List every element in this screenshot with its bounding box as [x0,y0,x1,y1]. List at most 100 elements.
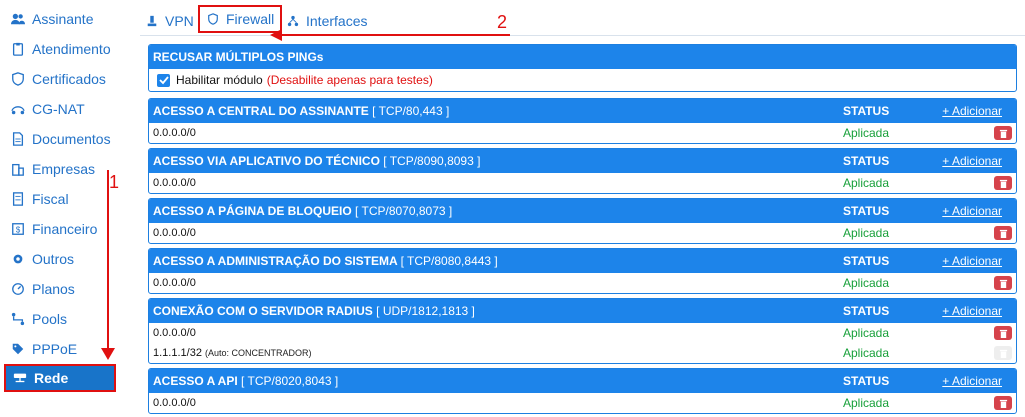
status-applied: Aplicada [843,126,890,140]
tab-label: VPN [165,13,194,29]
add-button[interactable]: + Adicionar [942,304,1002,318]
delete-button[interactable] [994,126,1012,140]
sidebar-item-documentos[interactable]: Documentos [4,124,128,154]
add-button[interactable]: + Adicionar [942,104,1002,118]
sidebar-item-label: Planos [32,281,75,297]
delete-button[interactable] [994,176,1012,190]
rule-block: ACESSO A CENTRAL DO ASSINANTE [ TCP/80,4… [148,98,1017,144]
sidebar-item-label: Assinante [32,11,94,27]
rule-row: 0.0.0.0/0 Aplicada [149,173,1016,193]
building-icon [10,161,26,177]
rule-header: ACESSO A PÁGINA DE BLOQUEIO [ TCP/8070,8… [149,199,1016,223]
sidebar-item-label: Certificados [32,71,106,87]
clipboard-icon [10,41,26,57]
add-button[interactable]: + Adicionar [942,154,1002,168]
status-applied: Aplicada [843,346,890,360]
delete-button[interactable] [994,276,1012,290]
gauge-icon [10,281,26,297]
rule-header: ACESSO VIA APLICATIVO DO TÉCNICO [ TCP/8… [149,149,1016,173]
status-header: STATUS [843,104,890,118]
status-applied: Aplicada [843,396,890,410]
annotation-arrow-2-head [270,29,282,41]
server-icon [12,370,28,386]
rule-header: ACESSO A API [ TCP/8020,8043 ] STATUS + … [149,369,1016,393]
trash-icon [999,329,1007,338]
network-icon [10,101,26,117]
annotation-arrow-1-head [101,348,115,360]
sidebar-item-assinante[interactable]: Assinante [4,4,128,34]
tab-interfaces[interactable]: Interfaces [286,8,367,34]
sidebar-item-label: CG-NAT [32,101,85,117]
sidebar-item-cg-nat[interactable]: CG-NAT [4,94,128,124]
rule-block: ACESSO A PÁGINA DE BLOQUEIO [ TCP/8070,8… [148,198,1017,244]
status-header: STATUS [843,154,890,168]
enable-module-checkbox[interactable] [157,73,170,87]
sidebar-item-outros[interactable]: Outros [4,244,128,274]
sidebar-item-certificados[interactable]: Certificados [4,64,128,94]
add-button[interactable]: + Adicionar [942,204,1002,218]
trash-icon [999,129,1007,138]
rule-title: ACESSO A PÁGINA DE BLOQUEIO [ TCP/8070,8… [153,204,452,218]
rule-name: ACESSO A CENTRAL DO ASSINANTE [153,104,369,118]
sidebar-item-label: Financeiro [32,221,98,237]
add-button[interactable]: + Adicionar [942,254,1002,268]
sidebar-item-atendimento[interactable]: Atendimento [4,34,128,64]
rule-row: 0.0.0.0/0 Aplicada [149,223,1016,243]
rule-title: ACESSO VIA APLICATIVO DO TÉCNICO [ TCP/8… [153,154,480,168]
rule-row: 0.0.0.0/0 Aplicada [149,123,1016,143]
annotation-arrow-1-line [107,170,109,350]
sidebar-item-rede[interactable]: Rede [4,364,116,392]
rule-block: ACESSO VIA APLICATIVO DO TÉCNICO [ TCP/8… [148,148,1017,194]
rule-title: CONEXÃO COM O SERVIDOR RADIUS [ UDP/1812… [153,304,475,318]
sidebar-item-label: PPPoE [32,341,78,357]
shield-icon [10,71,26,87]
status-applied: Aplicada [843,226,890,240]
status-applied: Aplicada [843,276,890,290]
status-header: STATUS [843,254,890,268]
sidebar-item-pools[interactable]: Pools [4,304,128,334]
rule-row: 0.0.0.0/0 Aplicada [149,323,1016,343]
annotation-number-1: 1 [109,172,120,192]
rule-header: ACESSO A ADMINISTRAÇÃO DO SISTEMA [ TCP/… [149,249,1016,273]
gear-icon [10,251,26,267]
rule-ip-value: 1.1.1.1/32 [153,347,202,359]
delete-button[interactable] [994,396,1012,410]
interfaces-icon [286,14,300,28]
rule-ip: 0.0.0.0/0 [153,327,196,339]
rule-ip: 1.1.1.1/32 (Auto: CONCENTRADOR) [153,347,312,359]
rule-row: 0.0.0.0/0 Aplicada [149,393,1016,413]
status-header: STATUS [843,374,890,388]
sidebar-item-label: Documentos [32,131,111,147]
add-button[interactable]: + Adicionar [942,374,1002,388]
trash-icon [999,229,1007,238]
shield-icon [206,12,220,26]
trash-icon [999,179,1007,188]
sidebar-item-planos[interactable]: Planos [4,274,128,304]
rule-title: ACESSO A ADMINISTRAÇÃO DO SISTEMA [ TCP/… [153,254,498,268]
rule-name: ACESSO VIA APLICATIVO DO TÉCNICO [153,154,380,168]
tab-vpn[interactable]: VPN [145,8,194,34]
tab-label: Firewall [226,11,275,27]
rule-name: CONEXÃO COM O SERVIDOR RADIUS [153,304,373,318]
delete-button[interactable] [994,226,1012,240]
sidebar-item-label: Fiscal [32,191,69,207]
rule-header: ACESSO A CENTRAL DO ASSINANTE [ TCP/80,4… [149,99,1016,123]
rule-block: ACESSO A ADMINISTRAÇÃO DO SISTEMA [ TCP/… [148,248,1017,294]
rule-row: 0.0.0.0/0 Aplicada [149,273,1016,293]
vpn-icon [145,14,159,28]
annotation-arrow-2-line [280,34,510,36]
rule-title: ACESSO A API [ TCP/8020,8043 ] [153,374,338,388]
sidebar-item-financeiro[interactable]: $ Financeiro [4,214,128,244]
app-root: Assinante Atendimento Certificados CG-NA… [0,0,1025,417]
document-icon [10,131,26,147]
rule-title: ACESSO A CENTRAL DO ASSINANTE [ TCP/80,4… [153,104,449,118]
rule-ip: 0.0.0.0/0 [153,397,196,409]
delete-button[interactable] [994,326,1012,340]
status-header: STATUS [843,204,890,218]
ping-block-title: RECUSAR MÚLTIPLOS PINGs [153,50,324,64]
tag-icon [10,341,26,357]
rule-name: ACESSO A API [153,374,238,388]
tab-label: Interfaces [306,13,368,29]
sidebar-item-label: Empresas [32,161,96,177]
rule-ports: [ TCP/8090,8093 ] [383,154,481,168]
